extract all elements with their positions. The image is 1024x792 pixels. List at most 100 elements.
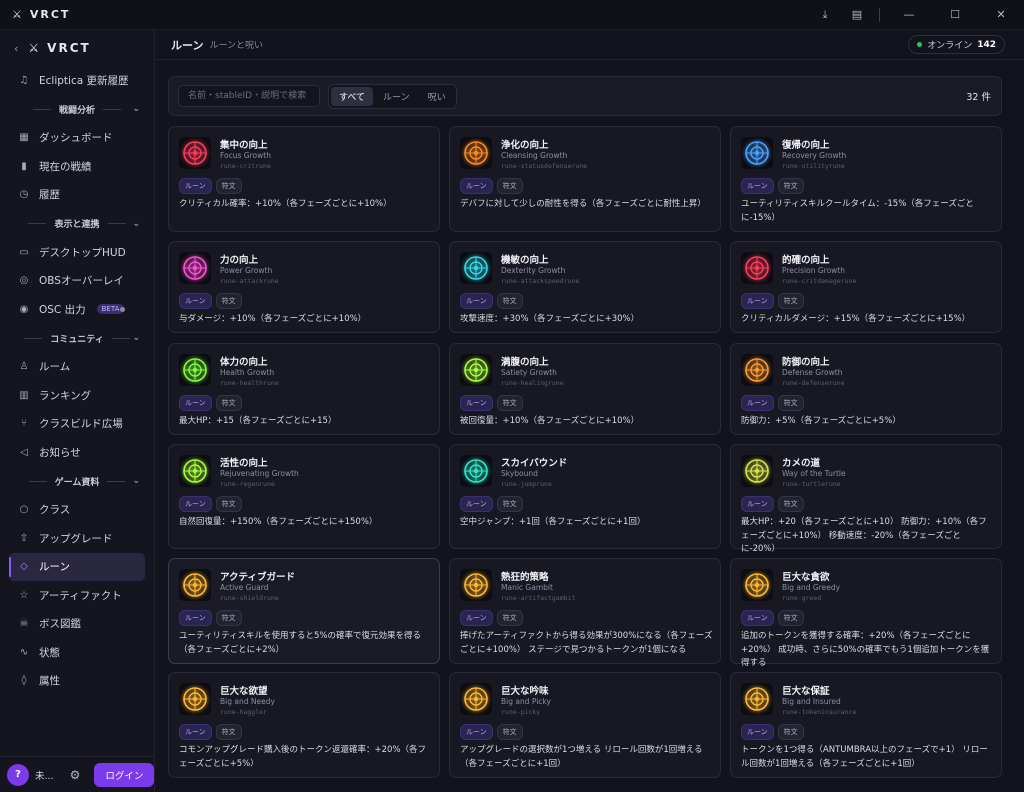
rune-emblem-icon [179,354,211,386]
rune-name: 機敏の向上 [501,255,549,266]
sidebar-item-boss[interactable]: ☠ ボス図鑑 [9,610,145,639]
section-battle-analysis[interactable]: 戦闘分析 ⌄ [0,95,154,124]
rune-emblem-icon [179,455,211,487]
rune-emblem-svg [745,573,769,597]
close-button[interactable]: ✕ [978,0,1024,30]
rune-name: カメの道 [782,458,821,469]
tag-rune: ルーン [460,395,493,411]
rune-card[interactable]: 体力の向上 Health Growth rune-healthrune ルーン … [168,343,440,435]
rune-description: コモンアップグレード購入後のトークン返還確率：+20%（各フェーズごとに+5%） [179,745,427,769]
pulse-icon: ∿ [19,646,29,658]
rune-emblem-icon [741,683,773,715]
rune-emblem-icon [460,455,492,487]
rune-english-name: Manic Gambit [501,583,553,592]
rune-emblem-icon [460,569,492,601]
sidebar-item-news[interactable]: ◁ お知らせ [9,438,145,467]
rune-name: 満腹の向上 [501,357,549,368]
tag-kind: 符文 [496,496,523,512]
page-subtitle: ルーンと呪い [209,41,264,51]
sidebar-item-attribute[interactable]: ◊ 属性 [9,667,145,696]
rune-card[interactable]: 浄化の向上 Cleansing Growth rune-statusdefens… [449,126,721,232]
rune-tags: ルーン 符文 [460,178,523,194]
tag-kind: 符文 [777,293,804,309]
sidebar-item-build-plaza[interactable]: ⑂ クラスビルド広場 [9,410,145,439]
sidebar-item-status[interactable]: ∿ 状態 [9,638,145,667]
sidebar-item-rune[interactable]: ◇ ルーン [9,552,145,581]
rune-card[interactable]: 力の向上 Power Growth rune-attackrune ルーン 符文… [168,241,440,333]
rune-description: 与ダメージ：+10%（各フェーズごとに+10%） [179,314,367,324]
sidebar-item-artifact[interactable]: ☆ アーティファクト [9,581,145,610]
sidebar-footer: ? 未... ⚙ ログイン [0,756,155,792]
bell-icon: ♫ [19,74,29,86]
sidebar-item-class[interactable]: ○ クラス [9,496,145,525]
rune-card[interactable]: 活性の向上 Rejuvenating Growth rune-regenrune… [168,444,440,549]
tag-rune: ルーン [460,724,493,740]
tag-rune: ルーン [179,724,212,740]
rune-emblem-svg [745,256,769,280]
sidebar-item-rooms[interactable]: ♙ ルーム [9,353,145,382]
section-community[interactable]: コミュニティ ⌄ [0,324,154,353]
sidebar-item-upgrade[interactable]: ⇧ アップグレード [9,524,145,553]
collapse-chevron-icon[interactable]: ‹ [14,42,18,55]
rune-card[interactable]: 巨大な吟味 Big and Picky rune-picky ルーン 符文 アッ… [449,672,721,778]
rune-card[interactable]: 復帰の向上 Recovery Growth rune-utilityrune ル… [730,126,1002,232]
rune-emblem-svg [183,358,207,382]
filter-all[interactable]: すべて [331,86,374,106]
search-input[interactable] [178,85,320,107]
download-icon[interactable]: ⤓ [809,0,841,30]
rune-card[interactable]: 満腹の向上 Satiety Growth rune-healingrune ルー… [449,343,721,435]
rune-card[interactable]: 的確の向上 Precision Growth rune-critdamageru… [730,241,1002,333]
rune-emblem-svg [183,141,207,165]
rune-description: 最大HP：+20（各フェーズごとに+10） 防御力：+10%（各フェーズごとに+… [741,517,987,555]
rune-card[interactable]: 防御の向上 Defense Growth rune-defenserune ルー… [730,343,1002,435]
rune-emblem-svg [464,358,488,382]
rune-card[interactable]: アクティブガード Active Guard rune-shieldrune ルー… [168,558,440,664]
rune-emblem-svg [183,687,207,711]
sidebar-item-changelog[interactable]: ♫ Ecliptica 更新履歴 [9,66,145,95]
sidebar-item-ranking[interactable]: ▥ ランキング [9,381,145,410]
section-display[interactable]: 表示と連携 ⌄ [0,209,154,238]
rune-tags: ルーン 符文 [179,293,242,309]
filter-curse[interactable]: 呪い [420,87,454,106]
section-game-data[interactable]: ゲーム資料 ⌄ [0,467,154,496]
maximize-button[interactable]: ☐ [932,0,978,30]
rune-description: 自然回復量：+150%（各フェーズごとに+150%） [179,517,378,527]
rune-card[interactable]: 機敏の向上 Dexterity Growth rune-attackspeedr… [449,241,721,333]
minimize-button[interactable]: — [886,0,932,30]
rune-tags: ルーン 符文 [741,496,804,512]
rune-emblem-svg [464,256,488,280]
rune-english-name: Power Growth [220,266,273,275]
skull-icon: ☠ [19,618,29,630]
chat-icon[interactable]: ▤ [841,0,873,30]
filter-rune[interactable]: ルーン [375,87,418,106]
avatar[interactable]: ? [7,763,29,786]
sidebar-item-current-stats[interactable]: ▮ 現在の戦績 [9,152,145,181]
rune-card[interactable]: 熱狂的策略 Manic Gambit rune-artifactgambit ル… [449,558,721,664]
sidebar-item-dashboard[interactable]: ▦ ダッシュボード [9,124,145,153]
rune-emblem-svg [745,358,769,382]
rune-english-name: Defense Growth [782,368,843,377]
rune-tags: ルーン 符文 [179,610,242,626]
login-button[interactable]: ログイン [94,762,155,787]
chevron-down-icon: ⌄ [132,333,140,343]
rune-name: 力の向上 [220,255,259,266]
rune-tags: ルーン 符文 [741,293,804,309]
gear-icon[interactable]: ⚙ [70,768,81,782]
rune-card[interactable]: 巨大な貪欲 Big and Greedy rune-greed ルーン 符文 追… [730,558,1002,668]
rune-card[interactable]: 巨大な保証 Big and Insured rune-tokeninsuranc… [730,672,1002,778]
diamond-icon: ◇ [20,561,28,573]
users-icon: ♙ [19,361,29,373]
rune-card[interactable]: スカイバウンド Skybound rune-jumprune ルーン 符文 空中… [449,444,721,549]
sidebar-item-osc-output[interactable]: ◉ OSC 出力 BETA [9,295,145,324]
sidebar-item-desktop-hud[interactable]: ▭ デスクトップHUD [9,238,145,267]
rune-emblem-icon [179,569,211,601]
rune-card[interactable]: カメの道 Way of the Turtle rune-turtlerune ル… [730,444,1002,554]
crossed-swords-icon: ⚔ [28,41,42,55]
broadcast-icon: ◉ [19,303,29,315]
sidebar-item-history[interactable]: ◷ 履歴 [9,181,145,210]
sidebar-item-obs-overlay[interactable]: ◎ OBSオーバーレイ [9,267,145,296]
rune-card[interactable]: 巨大な欲望 Big and Needy rune-haggler ルーン 符文 … [168,672,440,778]
tag-kind: 符文 [777,610,804,626]
rune-tags: ルーン 符文 [460,610,523,626]
rune-card[interactable]: 集中の向上 Focus Growth rune-critrune ルーン 符文 … [168,126,440,232]
